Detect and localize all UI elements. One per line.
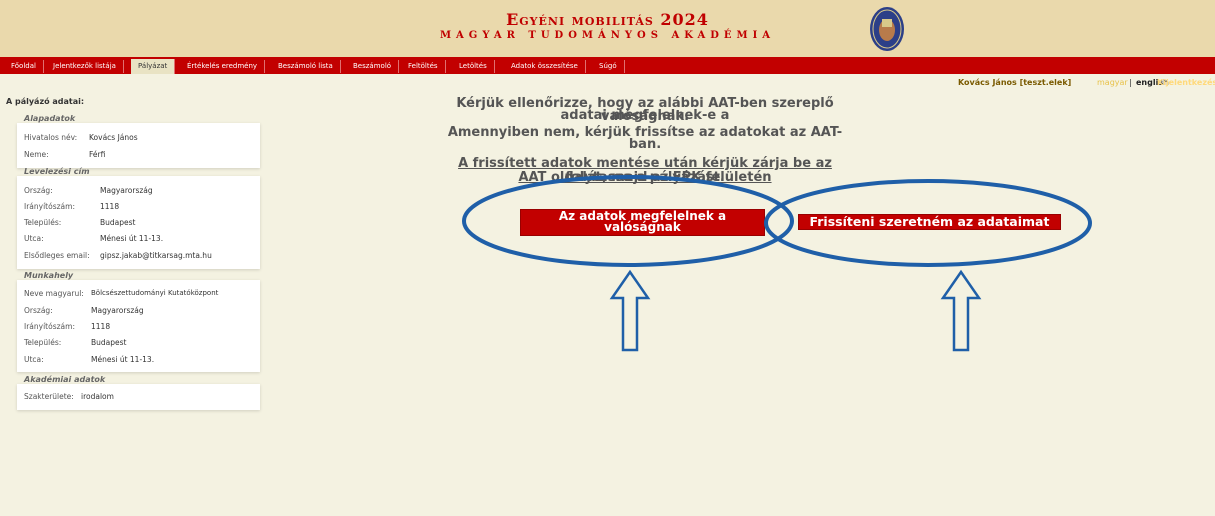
up-arrow-icon [940, 269, 982, 352]
section-munkahely: Munkahely [24, 271, 74, 280]
nav-beszamolo[interactable]: Beszámoló [346, 60, 400, 73]
app-title: Egyéni mobilitás 2024 [506, 10, 709, 29]
app-subtitle: MAGYAR TUDOMÁNYOS AKADÉMIA [439, 30, 776, 41]
nav-letoltes[interactable]: Letöltés [452, 60, 495, 73]
up-arrow-icon [609, 269, 651, 352]
nav-palyazat[interactable]: Pályázat [131, 59, 176, 74]
nav-fooldal[interactable]: Főoldal [4, 60, 44, 73]
row-iranyitoszam: Irányítószám: 1118 [24, 202, 120, 211]
section-akademiai-adatok: Akadémiai adatok [24, 375, 106, 384]
nav-jelentkezok-listaja[interactable]: Jelentkezők listája [46, 60, 124, 73]
row-orszag: Ország: Magyarország [24, 186, 153, 195]
card-alapadatok: Hivatalos név: Kovács János Neme: Férfi [17, 123, 260, 168]
nav-beszamolo-lista[interactable]: Beszámoló lista [271, 60, 341, 73]
academy-seal-logo [870, 7, 904, 51]
current-user: Kovács János [teszt.elek] [958, 78, 1072, 87]
row-hivatalos-nev: Hivatalos név: Kovács János [24, 133, 138, 142]
nav-ertekeles-eredmeny[interactable]: Értékelés eredmény [180, 60, 266, 73]
row-neme: Neme: Férfi [24, 150, 106, 159]
row-email: Elsődleges email: gipsz.jakab@titkarsag.m… [24, 251, 212, 260]
row-utca: Utca: Ménesi út 11-13. [24, 355, 155, 364]
row-telepules: Település: Budapest [24, 218, 136, 227]
data-correct-button[interactable]: Az adatok megfelelnek a valóságnak [520, 209, 765, 236]
card-munkahely: Neve magyarul: Bölcsészettudományi Kutató… [17, 280, 260, 372]
card-akademiai-adatok: Szakterülete: irodalom [17, 384, 260, 410]
nav-sugo[interactable]: Súgó [592, 60, 625, 73]
nav-feltoltes[interactable]: Feltöltés [401, 60, 446, 73]
applicant-data-title: A pályázó adatai: [6, 97, 85, 106]
info-message-line3: Amennyiben nem, kérjük frissítse az adat… [447, 125, 843, 152]
card-levelezesi-cim: Ország: Magyarország Irányítószám: 1118 Te… [17, 176, 260, 269]
update-data-button[interactable]: Frissíteni szeretném az adataimat [798, 214, 1061, 230]
row-iranyitoszam: Irányítószám: 1118 [24, 322, 111, 331]
user-bar: Kovács János [teszt.elek] magyar | engli… [0, 76, 1215, 90]
section-levelezesi-cim: Levelezési cím [24, 167, 90, 176]
logout-link[interactable]: Kijelentkezés [1157, 76, 1215, 90]
row-neve-magyarul: Neve magyarul: Bölcsészettudományi Kutató… [24, 289, 219, 298]
lang-hungarian-link[interactable]: magyar [1097, 76, 1128, 90]
row-utca: Utca: Ménesi út 11-13. [24, 234, 164, 243]
row-telepules: Település: Budapest [24, 338, 127, 347]
info-message-line2: valóságnak. [600, 109, 690, 124]
update-note-line2: folytassa a pályázást. [565, 170, 725, 185]
lang-separator: | [1129, 78, 1132, 87]
section-alapadatok: Alapadatok [24, 114, 76, 123]
nav-adatok-osszesitese[interactable]: Adatok összesítése [504, 60, 586, 73]
row-szakterulete: Szakterülete: irodalom [24, 392, 114, 401]
data-correct-button-line2: valóságnak [604, 220, 681, 234]
row-orszag: Ország: Magyarország [24, 306, 144, 315]
